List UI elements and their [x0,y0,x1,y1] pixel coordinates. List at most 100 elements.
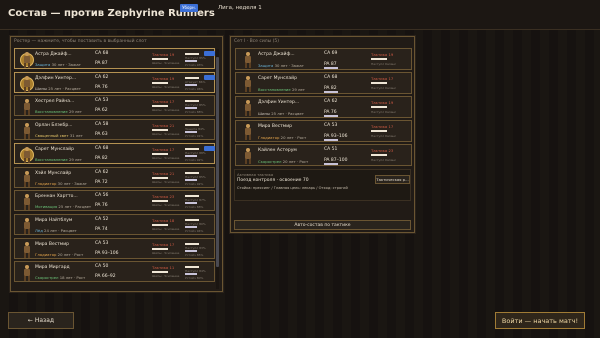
player-ca: CA 53 [95,98,109,104]
player-portrait-icon [22,194,32,211]
player-portrait-icon [243,52,253,68]
player-ca: CA 62 [95,74,109,80]
player-role-meta: Шипы 25 лет · Расцвет [258,111,304,116]
tactic-button[interactable]: Тактическая р... [375,175,410,184]
info-badge[interactable]: Уборн. [180,4,198,12]
roster-player-card[interactable]: Сарет Мунслайр Восстановление 29 лет CA 68… [14,142,215,164]
player-name: Орлан Блэкбр... [35,123,73,129]
roster-player-card[interactable]: Мира Найтблум Лёд 24 лет · Расцвет CA 52 PA… [14,213,215,235]
stat-mini-2: Устойч 92% [185,181,204,186]
player-portrait-icon [22,52,32,68]
player-ca: CA 68 [95,145,109,151]
player-pa: PA 76 [95,84,108,90]
player-portrait-icon [243,76,253,92]
stat-bar-1 [185,76,199,79]
player-tactic: Тактика 17 [152,241,175,247]
stat-mini-2: Устойч 96% [185,86,204,91]
back-button[interactable]: ← Назад [8,312,74,329]
stat-bar-1 [185,147,199,150]
roster-scrollbar[interactable] [216,49,219,289]
player-pa: PA 87 [95,61,108,66]
stat-bar-2 [185,202,197,205]
tactic-note: Шипы · Усиление [152,61,180,65]
player-name: Сарет Мунслайр [258,76,297,81]
league-week-label: Лига, неделя 1 [218,5,262,11]
roster-player-card[interactable]: Мира Вестмир Гладиатор 20 лет · Рост CA 53… [14,237,215,259]
scroll-thumb[interactable] [216,57,219,267]
stat-mini-2: Устойч 92% [185,157,204,162]
player-meta: 25 лет · Расцвет [48,85,81,91]
player-portrait-icon [22,265,32,282]
player-role: Шипы [258,111,271,116]
player-name: Мира Найтблум [35,217,73,223]
player-role-meta: Восстановление 29 лет [35,109,82,114]
tactic-note: Шипы · Усиление [152,108,180,113]
player-portrait-icon [22,217,32,234]
roster-player-card[interactable]: Дэлфин Уинтер... Шипы 25 лет · Расцвет CA … [14,71,215,93]
active-tactic-box: Активная тактика Поезд контроля · освоен… [234,169,411,201]
roster-panel: Ростер — нажмите, чтобы поставить в выбр… [10,36,223,292]
stat-mini-2: Устойч 88% [185,205,204,210]
player-name: Дэлфин Уинтер... [258,100,300,105]
roster-player-card[interactable]: Хэйл Мунслайр Гладиатор 30 лет · Зажат CA … [14,166,215,188]
player-portrait-icon [22,170,32,187]
auto-lineup-button[interactable]: Авто-состав по тактике [234,220,411,230]
player-name: Мира Миргард [35,265,70,271]
player-name: Астра Джайф... [258,52,295,57]
player-name: Дэлфин Уинтер... [35,75,77,81]
player-name: Хестрел Райна... [35,99,75,105]
stat-bar-1 [185,171,199,174]
player-tactic: Тактика 19 [371,100,394,105]
roster-player-card[interactable]: Мира Миргард Скорострел 18 лет · Рост CA 5… [14,261,215,283]
stat-bar-2 [185,154,197,157]
set-heading: Сет I · Все силы (5) [234,39,279,44]
stat-bar-2 [185,225,197,228]
stat-bar-2 [185,83,197,86]
player-portrait-icon [22,99,32,116]
active-tactic-value: Поезд контроля · освоение 70 [237,178,309,183]
player-tactic: Тактика 17 [152,99,175,105]
set-slot-card[interactable]: Мира Вестмир Гладиатор 20 лет · Рост CA 53… [235,120,412,142]
player-role-meta: Скорострел 20 лет · Рост [258,159,308,164]
set-slot-card[interactable]: Астра Джайф... Защита 30 лет · Зажат CA 69… [235,48,412,70]
player-portrait-icon [22,123,32,140]
player-tactic: Тактика 23 [152,194,175,200]
tactic-bar [152,176,168,179]
player-meta: 31 лет [69,133,83,139]
player-portrait-icon [22,241,32,258]
roster-player-card[interactable]: Орлан Блэкбр... Священный свет 31 лет CA 5… [14,119,215,141]
player-meta: 30 лет · Зажат [57,180,88,186]
set-slot-card[interactable]: Кайлен Астерум Скорострел 20 лет · Рост CA… [235,144,412,166]
active-tactic-detail: Стойка: прессинг / Главная цель: лекарь … [237,186,348,190]
roster-player-card[interactable]: Астра Джайф... Защита 30 лет · Зажат CA 68… [14,48,215,69]
player-role: Мотивация [35,204,58,210]
player-tactic: Тактика 17 [371,124,394,129]
tactic-bar [371,82,387,84]
player-role: Священный свет [35,133,69,139]
player-tactic: Тактика 21 [152,170,175,176]
player-role-meta: Шипы 25 лет · Расцвет [35,86,81,91]
player-ca: CA 50 [95,264,109,270]
top-bar: Состав — против Zephyrine Runners Уборн.… [0,0,600,30]
tactic-bar [152,58,168,60]
player-role-meta: Скорострел 18 лет · Рост [35,275,85,280]
potential-bar [324,163,338,165]
player-role-meta: Мотивация 25 лет · Расцвет [35,204,91,209]
player-role: Восстановление [258,87,291,92]
tactic-bar [152,81,168,84]
roster-player-card[interactable]: Бреннан Хартто... Мотивация 25 лет · Расц… [14,190,215,212]
player-meta: 18 лет · Рост [59,275,86,281]
player-role: Защита [258,63,274,68]
stat-bar-1 [185,124,199,127]
player-role: Гладиатор [35,251,57,257]
start-match-button[interactable]: Войти — начать матч! [495,312,585,329]
set-slot-card[interactable]: Дэлфин Уинтер... Шипы 25 лет · Расцвет CA … [235,96,412,118]
stat-bar-2 [185,60,197,62]
stat-bar-1 [185,53,199,55]
player-role: Скорострел [35,275,59,281]
set-slot-card[interactable]: Сарет Мунслайр Восстановление 29 лет CA 68… [235,72,412,94]
player-meta: 25 лет · Расцвет [58,204,92,210]
player-portrait-icon [243,124,253,140]
roster-player-card[interactable]: Хестрел Райна... Восстановление 29 лет CA … [14,95,215,117]
player-ca: CA 58 [95,122,109,128]
